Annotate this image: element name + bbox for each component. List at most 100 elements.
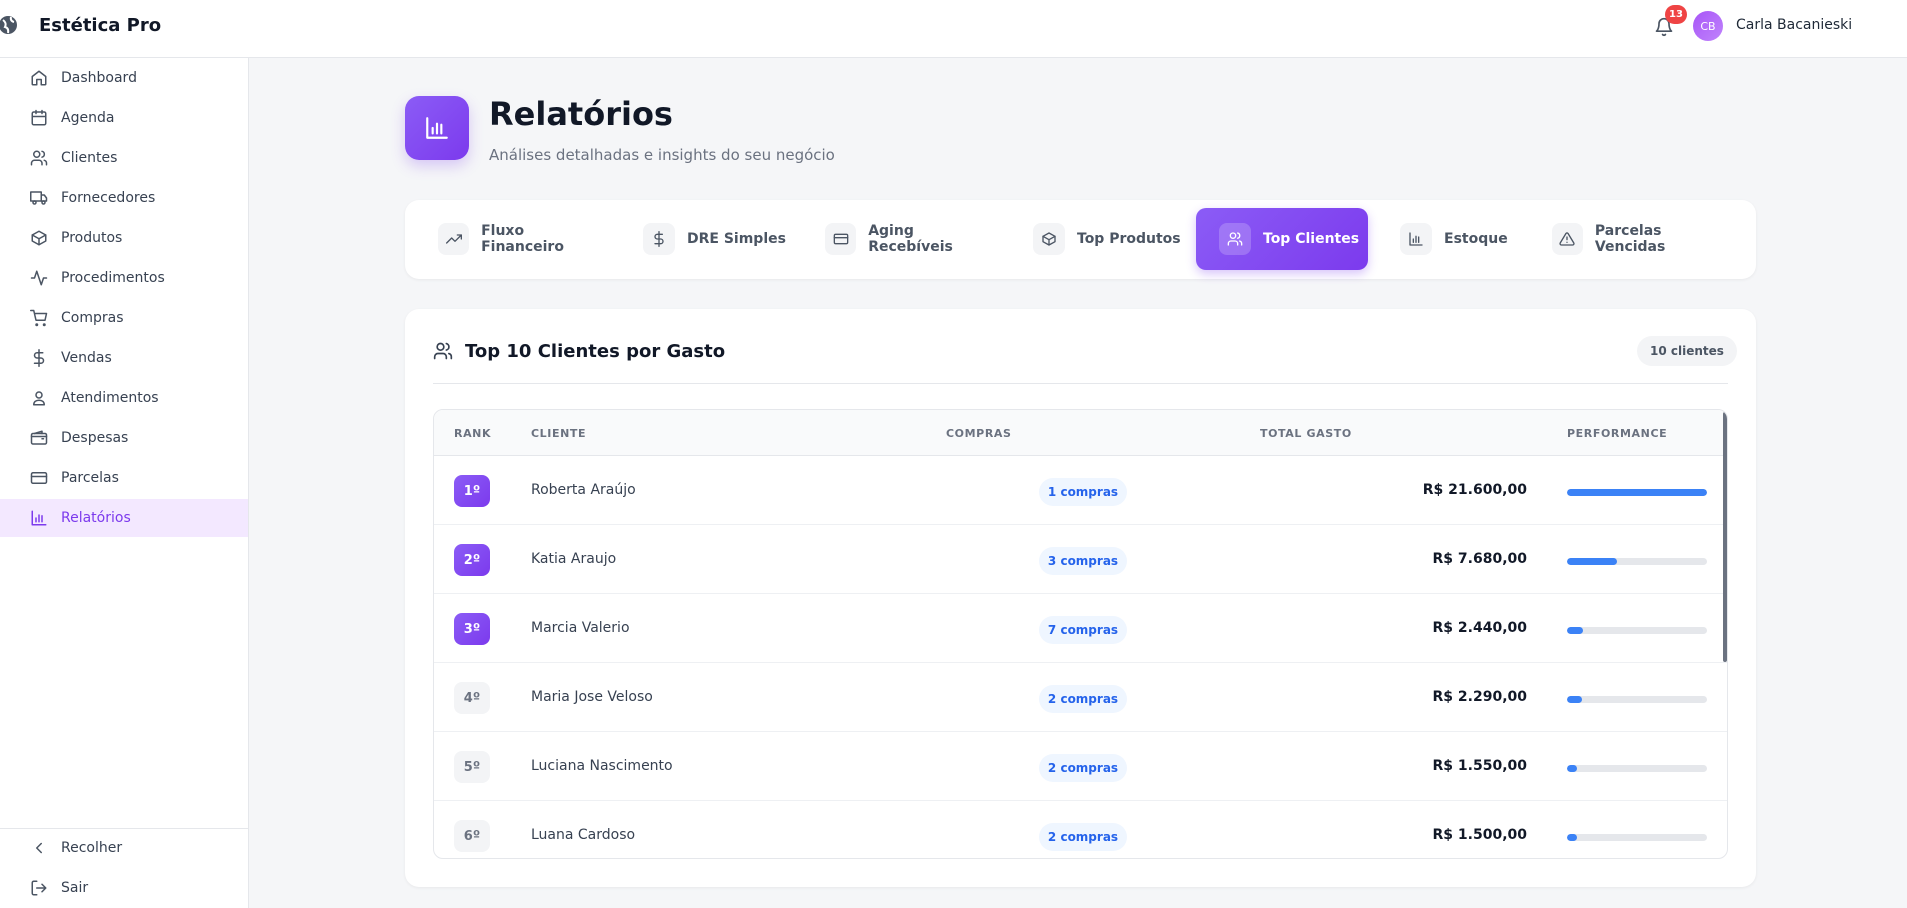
package-icon	[29, 228, 49, 248]
purchases-badge: 2 compras	[1039, 823, 1127, 851]
top-clients-card: Top 10 Clientes por Gasto 10 clientes RA…	[405, 309, 1756, 887]
table-row[interactable]: 4º Maria Jose Veloso 2 compras R$ 2.290,…	[434, 663, 1727, 732]
sidebar-item-despesas[interactable]: Despesas	[0, 419, 248, 457]
purchases-badge: 3 compras	[1039, 547, 1127, 575]
sidebar-item-procedimentos[interactable]: Procedimentos	[0, 259, 248, 297]
table-row[interactable]: 5º Luciana Nascimento 2 compras R$ 1.550…	[434, 732, 1727, 801]
dollar-icon	[643, 223, 675, 255]
sidebar-item-label: Clientes	[61, 150, 118, 166]
performance-bar	[1567, 696, 1707, 703]
page-bar-chart-icon	[405, 96, 469, 160]
avatar[interactable]: CB	[1693, 11, 1723, 41]
sidebar-item-dashboard[interactable]: Dashboard	[0, 59, 248, 97]
page-subtitle: Análises detalhadas e insights do seu ne…	[489, 146, 835, 164]
rank-badge: 2º	[454, 544, 490, 576]
tab-label: Parcelas Vencidas	[1594, 223, 1666, 255]
cart-icon	[29, 308, 49, 328]
wallet-icon	[29, 428, 49, 448]
sidebar-item-label: Produtos	[61, 230, 123, 246]
collapse-sidebar-button[interactable]: Recolher	[0, 829, 248, 867]
performance-bar	[1567, 765, 1707, 772]
performance-bar	[1567, 627, 1707, 634]
sidebar-item-vendas[interactable]: Vendas	[0, 339, 248, 377]
top-bar: Estética Pro 13 CB Carla Bacanieski	[0, 0, 1907, 58]
sidebar-item-label: Vendas	[61, 350, 112, 366]
performance-bar	[1567, 558, 1707, 565]
tab-top-produtos[interactable]: Top Produtos	[1033, 208, 1183, 270]
package-icon	[1033, 223, 1065, 255]
tab-label: DRE Simples	[687, 231, 786, 247]
performance-fill	[1567, 558, 1617, 565]
sidebar-item-produtos[interactable]: Produtos	[0, 219, 248, 257]
sidebar-item-atendimentos[interactable]: Atendimentos	[0, 379, 248, 417]
purchases-badge: 7 compras	[1039, 616, 1127, 644]
table-row[interactable]: 3º Marcia Valerio 7 compras R$ 2.440,00	[434, 594, 1727, 663]
client-name: Luciana Nascimento	[531, 758, 673, 774]
total-spent: R$ 1.550,00	[1432, 758, 1527, 774]
tab-parcelas-vencidas[interactable]: Parcelas Vencidas	[1552, 208, 1732, 270]
credit-card-icon	[29, 468, 49, 488]
tab-aging-recebiveis[interactable]: Aging Recebíveis	[825, 208, 1000, 270]
sidebar-item-label: Parcelas	[61, 470, 119, 486]
sidebar: Dashboard Agenda Clientes Fornecedores P…	[0, 58, 249, 908]
warning-icon	[1552, 223, 1583, 255]
sidebar-item-label: Atendimentos	[61, 390, 159, 406]
sidebar-item-label: Compras	[61, 310, 124, 326]
clients-table: RANK CLIENTE COMPRAS TOTAL GASTO PERFORM…	[433, 409, 1728, 859]
total-spent: R$ 2.290,00	[1432, 689, 1527, 705]
column-header-performance: PERFORMANCE	[1567, 427, 1668, 440]
credit-card-icon	[825, 223, 857, 255]
bar-chart-icon	[29, 508, 49, 528]
rank-badge: 3º	[454, 613, 490, 645]
column-header-compras: COMPRAS	[946, 427, 1012, 440]
user-pin-icon	[29, 388, 49, 408]
tab-label: Estoque	[1444, 231, 1508, 247]
total-spent: R$ 2.440,00	[1432, 620, 1527, 636]
divider	[433, 383, 1728, 384]
client-name: Katia Araujo	[531, 551, 617, 567]
sidebar-item-compras[interactable]: Compras	[0, 299, 248, 337]
tab-fluxo-financeiro[interactable]: Fluxo Financeiro	[438, 208, 608, 270]
report-tabs: Fluxo Financeiro DRE Simples Aging Receb…	[405, 200, 1756, 279]
bar-chart-icon	[1400, 223, 1432, 255]
client-name: Marcia Valerio	[531, 620, 630, 636]
user-name[interactable]: Carla Bacanieski	[1736, 17, 1852, 33]
sidebar-item-label: Fornecedores	[61, 190, 156, 206]
sidebar-item-label: Relatórios	[61, 510, 131, 526]
tab-estoque[interactable]: Estoque	[1400, 208, 1510, 270]
column-header-cliente: CLIENTE	[531, 427, 587, 440]
sidebar-item-clientes[interactable]: Clientes	[0, 139, 248, 177]
sidebar-item-label: Agenda	[61, 110, 115, 126]
activity-icon	[29, 268, 49, 288]
sidebar-item-relatorios[interactable]: Relatórios	[0, 499, 248, 537]
column-header-rank: RANK	[454, 427, 492, 440]
app-name: Estética Pro	[39, 15, 162, 36]
users-icon	[29, 148, 49, 168]
performance-fill	[1567, 696, 1582, 703]
purchases-badge: 2 compras	[1039, 754, 1127, 782]
logout-button[interactable]: Sair	[0, 869, 248, 907]
sidebar-item-agenda[interactable]: Agenda	[0, 99, 248, 137]
purchases-badge: 2 compras	[1039, 685, 1127, 713]
collapse-label: Recolher	[61, 840, 123, 856]
tab-top-clientes[interactable]: Top Clientes	[1196, 208, 1368, 270]
tab-label: Top Clientes	[1263, 231, 1360, 247]
globe-logo-icon	[0, 16, 17, 34]
table-scrollbar[interactable]	[1723, 412, 1727, 662]
total-spent: R$ 7.680,00	[1432, 551, 1527, 567]
page-title: Relatórios	[489, 95, 673, 133]
sidebar-item-label: Dashboard	[61, 70, 137, 86]
purchases-badge: 1 compras	[1039, 478, 1127, 506]
table-row[interactable]: 2º Katia Araujo 3 compras R$ 7.680,00	[434, 525, 1727, 594]
users-icon	[433, 342, 453, 360]
chevron-left-icon	[29, 838, 49, 858]
table-row[interactable]: 6º Luana Cardoso 2 compras R$ 1.500,00	[434, 801, 1727, 858]
performance-fill	[1567, 765, 1578, 772]
table-row[interactable]: 1º Roberta Araújo 1 compras R$ 21.600,00	[434, 456, 1727, 525]
tab-dre-simples[interactable]: DRE Simples	[643, 208, 793, 270]
sidebar-item-parcelas[interactable]: Parcelas	[0, 459, 248, 497]
rank-badge: 5º	[454, 751, 490, 783]
client-name: Luana Cardoso	[531, 827, 636, 843]
rank-badge: 4º	[454, 682, 490, 714]
sidebar-item-fornecedores[interactable]: Fornecedores	[0, 179, 248, 217]
